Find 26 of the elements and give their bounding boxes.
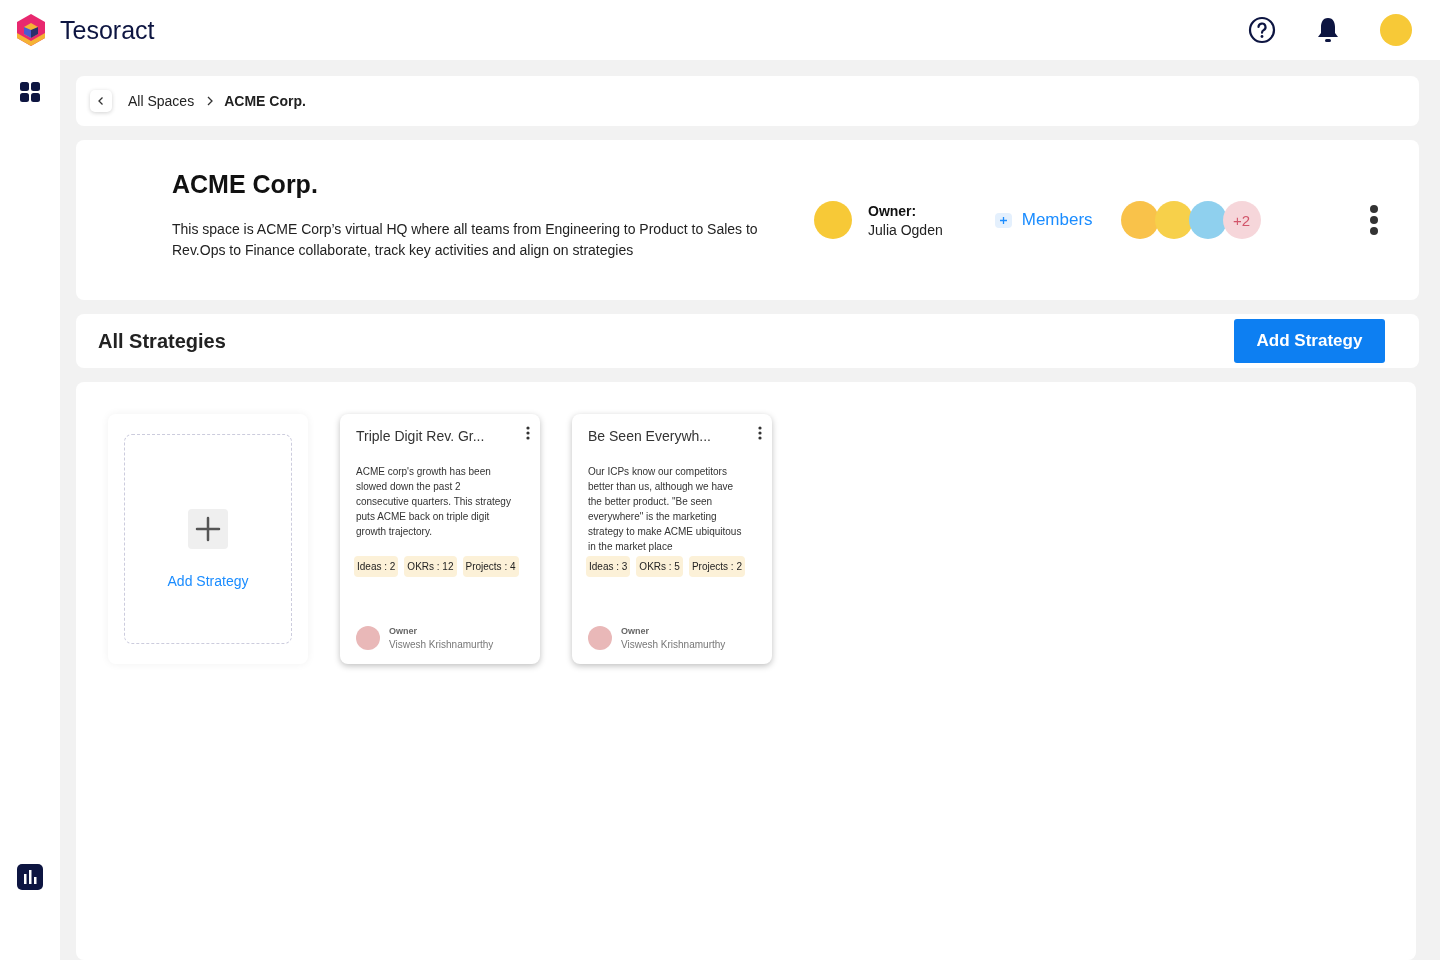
add-strategy-label[interactable]: Add Strategy — [167, 573, 249, 589]
space-title: ACME Corp. — [172, 169, 319, 199]
count-tag: Ideas : 3 — [586, 556, 631, 577]
owner-label: Owner: — [868, 202, 918, 219]
more-members-count: +2 — [1222, 201, 1261, 239]
owner-name: Viswesh Krishnamurthy — [621, 639, 726, 650]
space-description: This space is ACME Corp’s virtual HQ where all teams from Engineering to Product to Sales to Rev.Ops to Finance collaborate, track key activities and align on strategies — [172, 219, 759, 260]
breadcrumb-current[interactable]: ACME Corp. — [224, 93, 306, 109]
breadcrumb-link[interactable]: All Spaces — [128, 93, 195, 109]
count-tag: Projects : 2 — [688, 556, 745, 577]
count-tag: OKRs : 5 — [636, 556, 683, 577]
strategy-description: ACME corp's growth has been slowed down the past 2 consecutive quarters. This strategy puts ACME back on triple digit growth trajectory. — [356, 465, 512, 539]
owner-label: Owner — [389, 626, 418, 636]
add-strategy-button[interactable]: Add Strategy — [1234, 319, 1385, 363]
brand-name: Tesoract — [60, 15, 155, 45]
count-tag: Projects : 4 — [462, 556, 519, 577]
count-tag: Ideas : 2 — [354, 556, 399, 577]
members-button[interactable]: Members — [994, 210, 1093, 230]
strategy-title: Triple Digit Rev. Gr... — [356, 428, 485, 444]
owner-label: Owner — [621, 626, 650, 636]
owner-name: Julia Ogden — [868, 221, 943, 238]
section-title: All Strategies — [98, 329, 226, 353]
strategy-description: Our ICPs know our competitors better than us, although we have the better product. "Be seen everywhere" is the marketing strategy to make ACME ubiquitous in the market place — [588, 465, 743, 554]
count-tag: OKRs : 12 — [404, 556, 457, 577]
owner-name: Viswesh Krishnamurthy — [389, 639, 494, 650]
strategy-title: Be Seen Everywh... — [588, 428, 711, 444]
